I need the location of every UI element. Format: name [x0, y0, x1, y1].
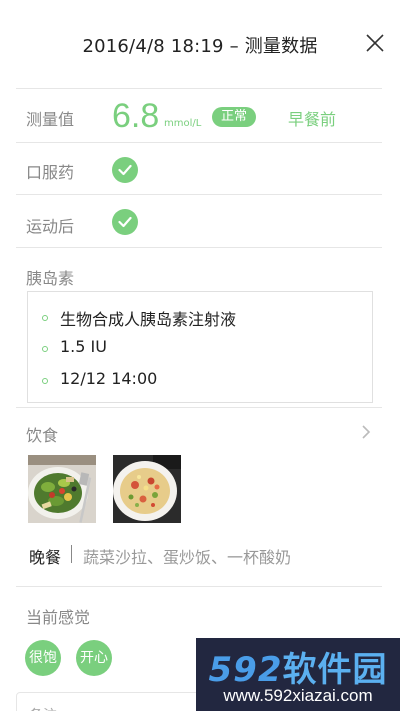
watermark-brand: 592软件园 — [196, 642, 400, 691]
medication-label: 口服药 — [26, 163, 75, 182]
insulin-time: 12/12 14:00 — [60, 369, 158, 388]
measurement-label: 测量值 — [26, 110, 75, 129]
feeling-tag-happy[interactable]: 开心 — [76, 640, 112, 676]
header: 2016/4/8 18:19 – 测量数据 — [0, 0, 400, 88]
feeling-label: 当前感觉 — [26, 608, 91, 627]
list-item: 生物合成人胰岛素注射液 — [28, 306, 372, 330]
insulin-details[interactable]: 生物合成人胰岛素注射液 1.5 IU 12/12 14:00 — [27, 291, 373, 403]
page-title: 2016/4/8 18:19 – 测量数据 — [82, 36, 318, 57]
remark-label: 备注 — [29, 705, 57, 711]
watermark-text: 软件园 — [282, 650, 388, 690]
feeling-tag-full[interactable]: 很饱 — [25, 640, 61, 676]
exercise-label: 运动后 — [26, 217, 75, 236]
bullet-dot-icon — [42, 346, 48, 352]
close-icon[interactable] — [364, 32, 386, 54]
fried-rice-photo[interactable] — [113, 455, 181, 523]
meal-name: 晚餐 — [29, 548, 62, 567]
medication-checkbox[interactable] — [112, 157, 138, 183]
insulin-drug-name: 生物合成人胰岛素注射液 — [60, 310, 237, 329]
bullet-dot-icon — [42, 315, 48, 321]
measurement-row: 测量值 6.8 mmol/L 正常 早餐前 — [16, 88, 382, 143]
close-button[interactable] — [364, 32, 386, 54]
divider — [71, 545, 72, 563]
meal-time-label: 早餐前 — [288, 110, 337, 129]
glucose-value: 6.8 — [112, 97, 160, 135]
glucose-unit: mmol/L — [164, 118, 202, 129]
exercise-row: 运动后 — [16, 194, 382, 248]
watermark-number: 592 — [208, 650, 283, 690]
insulin-dose: 1.5 IU — [60, 337, 107, 356]
exercise-checkbox[interactable] — [112, 209, 138, 235]
meal-foods: 蔬菜沙拉、蛋炒饭、一杯酸奶 — [83, 548, 292, 567]
watermark-logo: 592软件园 www.592xiazai.com — [196, 638, 400, 711]
chevron-right-icon[interactable] — [360, 424, 372, 440]
watermark-url: www.592xiazai.com — [223, 686, 373, 705]
check-icon — [118, 164, 132, 176]
insulin-label: 胰岛素 — [26, 269, 75, 288]
status-badge: 正常 — [212, 107, 257, 127]
list-item: 1.5 IU — [28, 337, 372, 361]
diet-label: 饮食 — [26, 426, 59, 445]
salad-photo[interactable] — [28, 455, 96, 523]
check-icon — [118, 216, 132, 228]
list-item: 12/12 14:00 — [28, 369, 372, 393]
bullet-dot-icon — [42, 378, 48, 384]
medication-row: 口服药 — [16, 142, 382, 195]
